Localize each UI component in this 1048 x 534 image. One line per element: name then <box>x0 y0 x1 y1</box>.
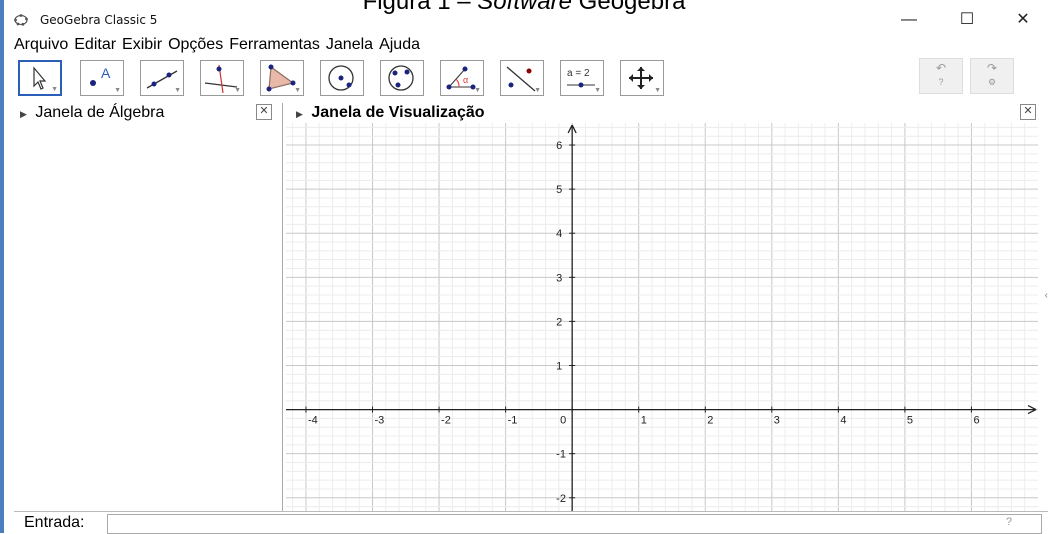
move-tool-button[interactable]: ▼ <box>18 60 62 96</box>
menu-ferramentas[interactable]: Ferramentas <box>229 36 320 53</box>
input-field[interactable] <box>107 514 1042 534</box>
dropdown-indicator-icon: ▼ <box>114 87 121 94</box>
geogebra-logo-icon <box>14 14 28 26</box>
settings-icon: ⚙ <box>987 77 997 87</box>
polygon-tool-button[interactable]: ▼ <box>260 60 304 96</box>
menu-bar: Arquivo Editar Exibir Opções Ferramentas Jane… <box>14 36 426 56</box>
window-left-border <box>0 0 4 533</box>
menu-opcoes[interactable]: Opções <box>168 36 223 53</box>
help-icon: ? <box>938 77 944 87</box>
x-tick-label: 3 <box>774 415 780 427</box>
x-tick-label: 6 <box>973 415 979 427</box>
y-tick-label: 3 <box>556 272 562 284</box>
menu-editar[interactable]: Editar <box>74 36 116 53</box>
angle-tool-button[interactable]: α ▼ <box>440 60 484 96</box>
x-tick-label: 4 <box>840 415 846 427</box>
point-label: A <box>101 65 111 81</box>
algebra-panel-header[interactable]: ▶ Janela de Álgebra <box>20 103 164 123</box>
slider-label: a = 2 <box>567 68 590 79</box>
angle-label: α <box>463 75 468 85</box>
title-bar: GeoGebra Classic 5 — ☐ ✕ <box>14 8 1048 32</box>
minimize-button[interactable]: — <box>894 10 924 30</box>
algebra-panel-title: Janela de Álgebra <box>35 104 165 121</box>
circle-icon <box>328 65 354 91</box>
x-tick-label: -3 <box>375 415 385 427</box>
redo-button[interactable]: ↷ ⚙ <box>970 58 1014 94</box>
close-algebra-button[interactable]: ✕ <box>256 104 272 120</box>
coordinate-plane[interactable]: -4 -3 -2 -1 0 1 2 3 4 5 6 6 5 4 3 2 1 -1 -2 <box>286 123 1038 511</box>
reflect-tool-button[interactable]: ▼ <box>500 60 544 96</box>
graphics-panel-header[interactable]: ▶ Janela de Visualização <box>296 103 485 123</box>
toolbar: ▼ A ▼ ▼ ▼ ▼ α ▼ ▼ a = 2 ▼ ▼ ↶ ? ↷ ⚙ <box>14 58 1048 100</box>
circle-tool-button[interactable] <box>320 60 364 96</box>
line-tool-button[interactable]: ▼ <box>140 60 184 96</box>
y-tick-label: 6 <box>556 140 562 152</box>
dropdown-indicator-icon: ▼ <box>654 87 661 94</box>
point-tool-button[interactable]: A ▼ <box>80 60 124 96</box>
close-graphics-button[interactable]: ✕ <box>1020 104 1036 120</box>
undo-button[interactable]: ↶ ? <box>919 58 963 94</box>
panel-divider[interactable] <box>282 103 283 511</box>
perpendicular-tool-button[interactable]: ▼ <box>200 60 244 96</box>
y-tick-label: -1 <box>556 449 566 461</box>
x-tick-label: -4 <box>308 415 318 427</box>
ellipse-tool-button[interactable] <box>380 60 424 96</box>
menu-janela[interactable]: Janela <box>326 36 373 53</box>
x-tick-label: -2 <box>441 415 451 427</box>
side-collapse-icon[interactable]: ‹ <box>1045 290 1048 301</box>
dropdown-indicator-icon: ▼ <box>174 87 181 94</box>
menu-arquivo[interactable]: Arquivo <box>14 36 68 53</box>
slider-tool-button[interactable]: a = 2 ▼ <box>560 60 604 96</box>
close-button[interactable]: ✕ <box>1008 10 1038 30</box>
maximize-button[interactable]: ☐ <box>952 10 982 30</box>
graphics-view[interactable]: -4 -3 -2 -1 0 1 2 3 4 5 6 6 5 4 3 2 1 -1 -2 <box>286 123 1038 511</box>
y-tick-label: 1 <box>556 361 562 373</box>
y-tick-label: -2 <box>556 493 566 505</box>
y-tick-label: 2 <box>556 316 562 328</box>
menu-ajuda[interactable]: Ajuda <box>379 36 420 53</box>
dropdown-indicator-icon: ▼ <box>534 87 541 94</box>
x-tick-label: -1 <box>508 415 518 427</box>
expand-triangle-icon: ▶ <box>20 109 27 119</box>
x-tick-label: 1 <box>641 415 647 427</box>
dropdown-indicator-icon: ▼ <box>234 87 241 94</box>
ellipse-icon <box>388 65 414 91</box>
menu-exibir[interactable]: Exibir <box>122 36 162 53</box>
expand-triangle-icon: ▶ <box>296 109 303 119</box>
window-title: GeoGebra Classic 5 <box>40 13 158 27</box>
y-tick-label: 4 <box>556 228 562 240</box>
dropdown-indicator-icon: ▼ <box>51 86 58 93</box>
x-tick-label: 5 <box>907 415 913 427</box>
move-view-tool-button[interactable]: ▼ <box>620 60 664 96</box>
dropdown-indicator-icon: ▼ <box>474 87 481 94</box>
undo-icon: ↶ <box>935 61 947 75</box>
y-tick-label: 5 <box>556 184 562 196</box>
dropdown-indicator-icon: ▼ <box>294 87 301 94</box>
dropdown-indicator-icon: ▼ <box>594 87 601 94</box>
graphics-panel-title: Janela de Visualização <box>311 104 485 121</box>
input-bar: Entrada: ? <box>14 511 1048 534</box>
x-tick-label: 2 <box>707 415 713 427</box>
x-tick-label: 0 <box>560 415 566 427</box>
input-help-icon[interactable]: ? <box>1006 516 1012 528</box>
redo-icon: ↷ <box>986 61 998 75</box>
input-label: Entrada: <box>24 514 85 531</box>
